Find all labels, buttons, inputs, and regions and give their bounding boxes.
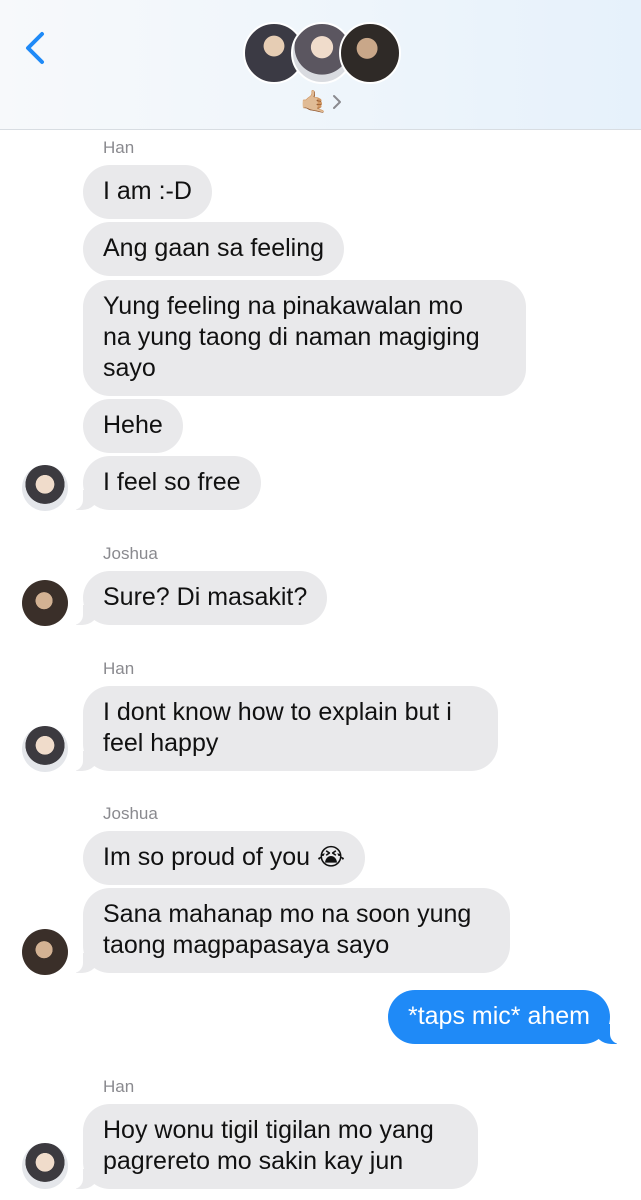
- message-bubble[interactable]: Sana mahanap mo na soon yung taong magpa…: [71, 888, 510, 973]
- message-text: taong magpapasaya sayo: [103, 931, 390, 959]
- message-text: feel happy: [103, 729, 219, 757]
- group-name-emoji[interactable]: 🤙🏼: [300, 89, 327, 115]
- sender-name: Joshua: [103, 804, 158, 823]
- message-text: na yung taong di naman magiging: [103, 323, 480, 351]
- message-bubble[interactable]: I dont know how to explain but i feel ha…: [71, 686, 498, 771]
- sender-name: Han: [103, 138, 135, 157]
- message-bubble[interactable]: I am :-D: [83, 165, 212, 219]
- message-text: Ang gaan sa feeling: [103, 234, 325, 262]
- message-text: I feel so free: [103, 468, 241, 496]
- chevron-right-icon[interactable]: [330, 92, 344, 112]
- message-text: Hehe: [103, 411, 163, 439]
- avatar: [339, 22, 401, 84]
- message-text: I am :-D: [103, 177, 192, 205]
- chevron-left-icon[interactable]: [22, 28, 52, 68]
- message-bubble[interactable]: Hoy wonu tigil tigilan mo yang pagrereto…: [71, 1104, 478, 1189]
- avatar[interactable]: [22, 1143, 68, 1189]
- message-text: *taps mic* ahem: [407, 1002, 590, 1030]
- message-text: Sure? Di masakit?: [103, 583, 308, 611]
- message-bubble[interactable]: Ang gaan sa feeling: [83, 222, 345, 276]
- sender-name: Han: [103, 659, 135, 678]
- message-text: Yung feeling na pinakawalan mo: [103, 292, 463, 320]
- message-bubble[interactable]: Sure? Di masakit?: [70, 571, 328, 625]
- chat-header: 🤙🏼: [0, 0, 641, 130]
- message-text: Hoy wonu tigil tigilan mo yang: [103, 1116, 434, 1144]
- message-bubble[interactable]: Im so proud of you 😭: [83, 831, 366, 885]
- message-text: sayo: [103, 354, 156, 382]
- message-bubble[interactable]: I feel so free: [71, 456, 261, 510]
- group-avatars[interactable]: [243, 22, 403, 86]
- outgoing-message-bubble[interactable]: *taps mic* ahem: [387, 990, 623, 1044]
- message-text: I dont know how to explain but i: [103, 698, 452, 726]
- message-bubble[interactable]: Hehe: [83, 399, 183, 453]
- message-text: Sana mahanap mo na soon yung: [103, 900, 472, 928]
- avatar[interactable]: [22, 726, 68, 772]
- avatar[interactable]: [22, 929, 68, 975]
- avatar[interactable]: [22, 580, 68, 626]
- message-bubble[interactable]: Yung feeling na pinakawalan mo na yung t…: [83, 280, 526, 396]
- message-text: pagrereto mo sakin kay jun: [103, 1147, 404, 1175]
- message-text: Im so proud of you: [103, 843, 311, 871]
- crying-emoji-icon: 😭: [317, 844, 346, 871]
- sender-name: Han: [103, 1077, 135, 1096]
- avatar[interactable]: [22, 465, 68, 511]
- sender-name: Joshua: [103, 544, 158, 563]
